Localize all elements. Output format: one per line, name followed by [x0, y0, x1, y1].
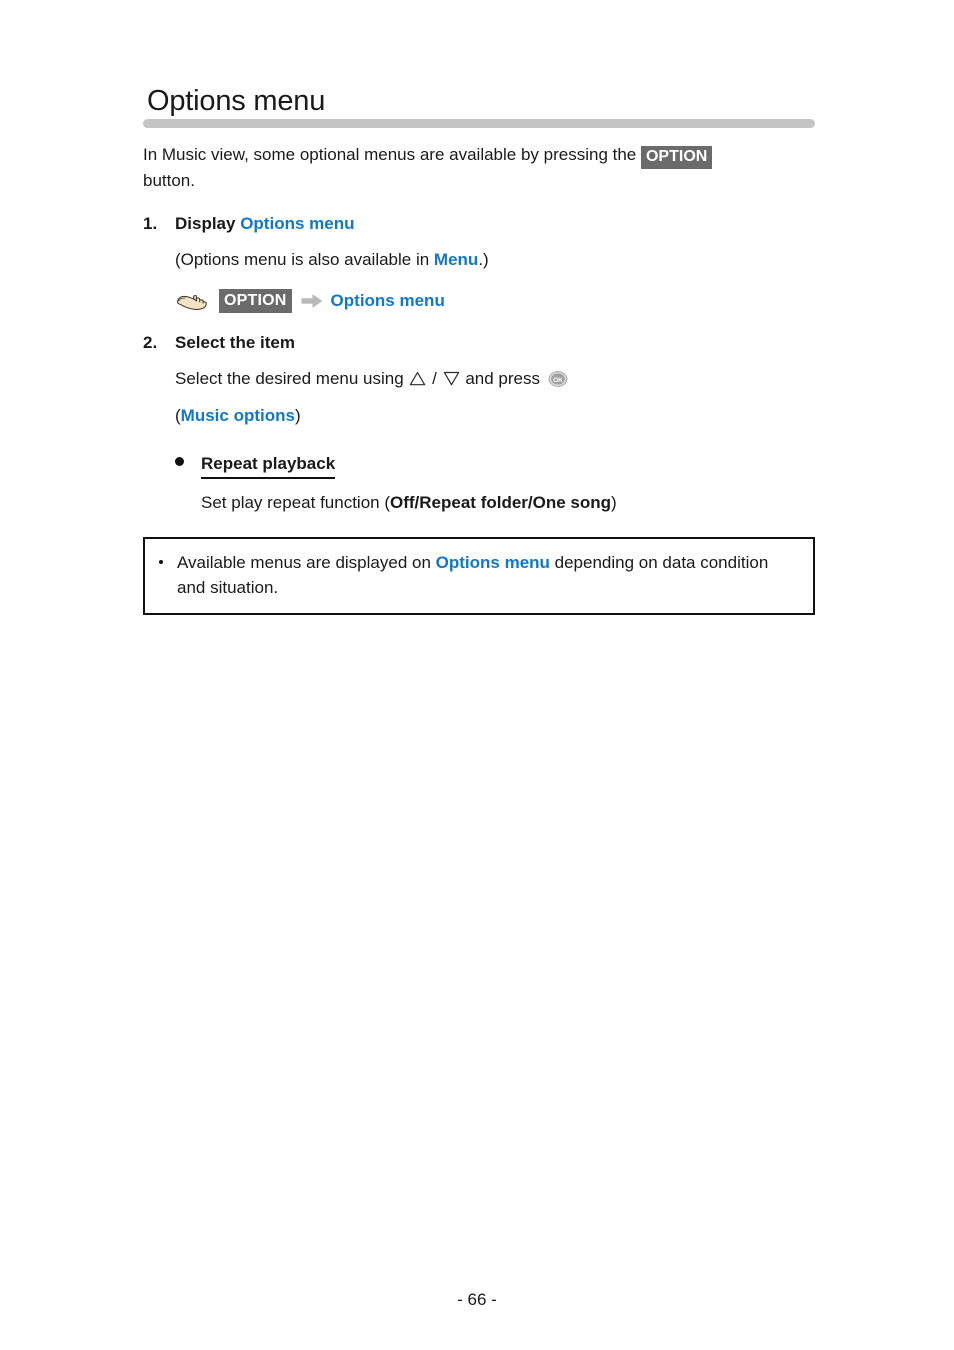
step-2-instruction-before: Select the desired menu using — [175, 369, 409, 388]
step-2-instruction-after: and press — [460, 369, 545, 388]
svg-text:OK: OK — [553, 377, 563, 384]
option-item-values: Off/Repeat folder/One song — [390, 493, 612, 512]
small-bullet-icon — [159, 560, 163, 564]
note-link[interactable]: Options menu — [436, 553, 550, 572]
page-title: Options menu — [147, 85, 326, 117]
step-1-note: (Options menu is also available in Menu.… — [175, 247, 811, 273]
step-1-heading-text: Display Options menu — [175, 212, 354, 236]
step-2-reference: (Music options) — [175, 403, 811, 429]
filled-circle-bullet-icon — [175, 457, 184, 466]
step-1-heading-plain: Display — [175, 214, 241, 233]
note-box: Available menus are displayed on Options… — [143, 537, 815, 615]
triangle-down-icon — [443, 371, 459, 386]
page-content: Options menu In Music view, some optiona… — [143, 84, 815, 615]
step-1-note-before: (Options menu is also available in — [175, 250, 434, 269]
step-1-number: 1. — [143, 214, 158, 233]
intro-paragraph: In Music view, some optional menus are a… — [143, 142, 803, 194]
intro-text-trailing: button. — [143, 171, 195, 190]
step-2-heading: 2. Select the item — [143, 331, 811, 355]
step-2-heading-text: Select the item — [175, 333, 295, 352]
arrow-right-icon — [301, 294, 322, 308]
step-2: 2. Select the item Select the desired me… — [143, 331, 811, 515]
title-underline-rule — [143, 119, 815, 128]
option-item-description: Set play repeat function (Off/Repeat fol… — [201, 491, 811, 515]
step-2-instruction: Select the desired menu using / and pres… — [175, 366, 811, 392]
step-1: 1. Display Options menu (Options menu is… — [143, 212, 811, 313]
option-item-desc-after: ) — [611, 493, 617, 512]
pointing-hand-icon — [177, 295, 207, 310]
option-item-label: Repeat playback — [201, 453, 336, 479]
note-text-before: Available menus are displayed on — [177, 553, 436, 572]
option-key-badge: OPTION — [640, 146, 713, 169]
triangle-up-icon — [410, 371, 426, 386]
intro-text-leading: In Music view, some optional menus are a… — [143, 145, 641, 164]
option-key-badge-step1: OPTION — [219, 289, 292, 313]
page-footer: - 66 - — [457, 1290, 497, 1309]
note-text: Available menus are displayed on Options… — [177, 550, 801, 600]
step-1-operation-target[interactable]: Options menu — [331, 290, 445, 312]
option-item-repeat-playback: Repeat playback — [175, 453, 811, 479]
step-1-note-link[interactable]: Menu — [434, 250, 478, 269]
step-2-instruction-separator: / — [427, 369, 442, 388]
step-1-operation-line: OPTION Options menu — [175, 289, 811, 313]
step-1-heading-link[interactable]: Options menu — [240, 214, 354, 233]
step-2-reference-link[interactable]: Music options — [181, 406, 295, 425]
title-block: Options menu — [143, 84, 815, 128]
step-1-heading: 1. Display Options menu — [143, 212, 811, 236]
step-2-number: 2. — [143, 333, 158, 352]
ok-button-icon: OK — [548, 371, 568, 387]
step-2-reference-close: ) — [294, 406, 301, 425]
step-1-body: (Options menu is also available in Menu.… — [175, 247, 811, 313]
note-row: Available menus are displayed on Options… — [159, 550, 801, 600]
option-item-desc-before: Set play repeat function ( — [201, 493, 391, 512]
step-2-body: Select the desired menu using / and pres… — [175, 366, 811, 429]
step-1-note-after: .) — [478, 250, 489, 269]
document-page: Options menu In Music view, some optiona… — [0, 0, 954, 1350]
